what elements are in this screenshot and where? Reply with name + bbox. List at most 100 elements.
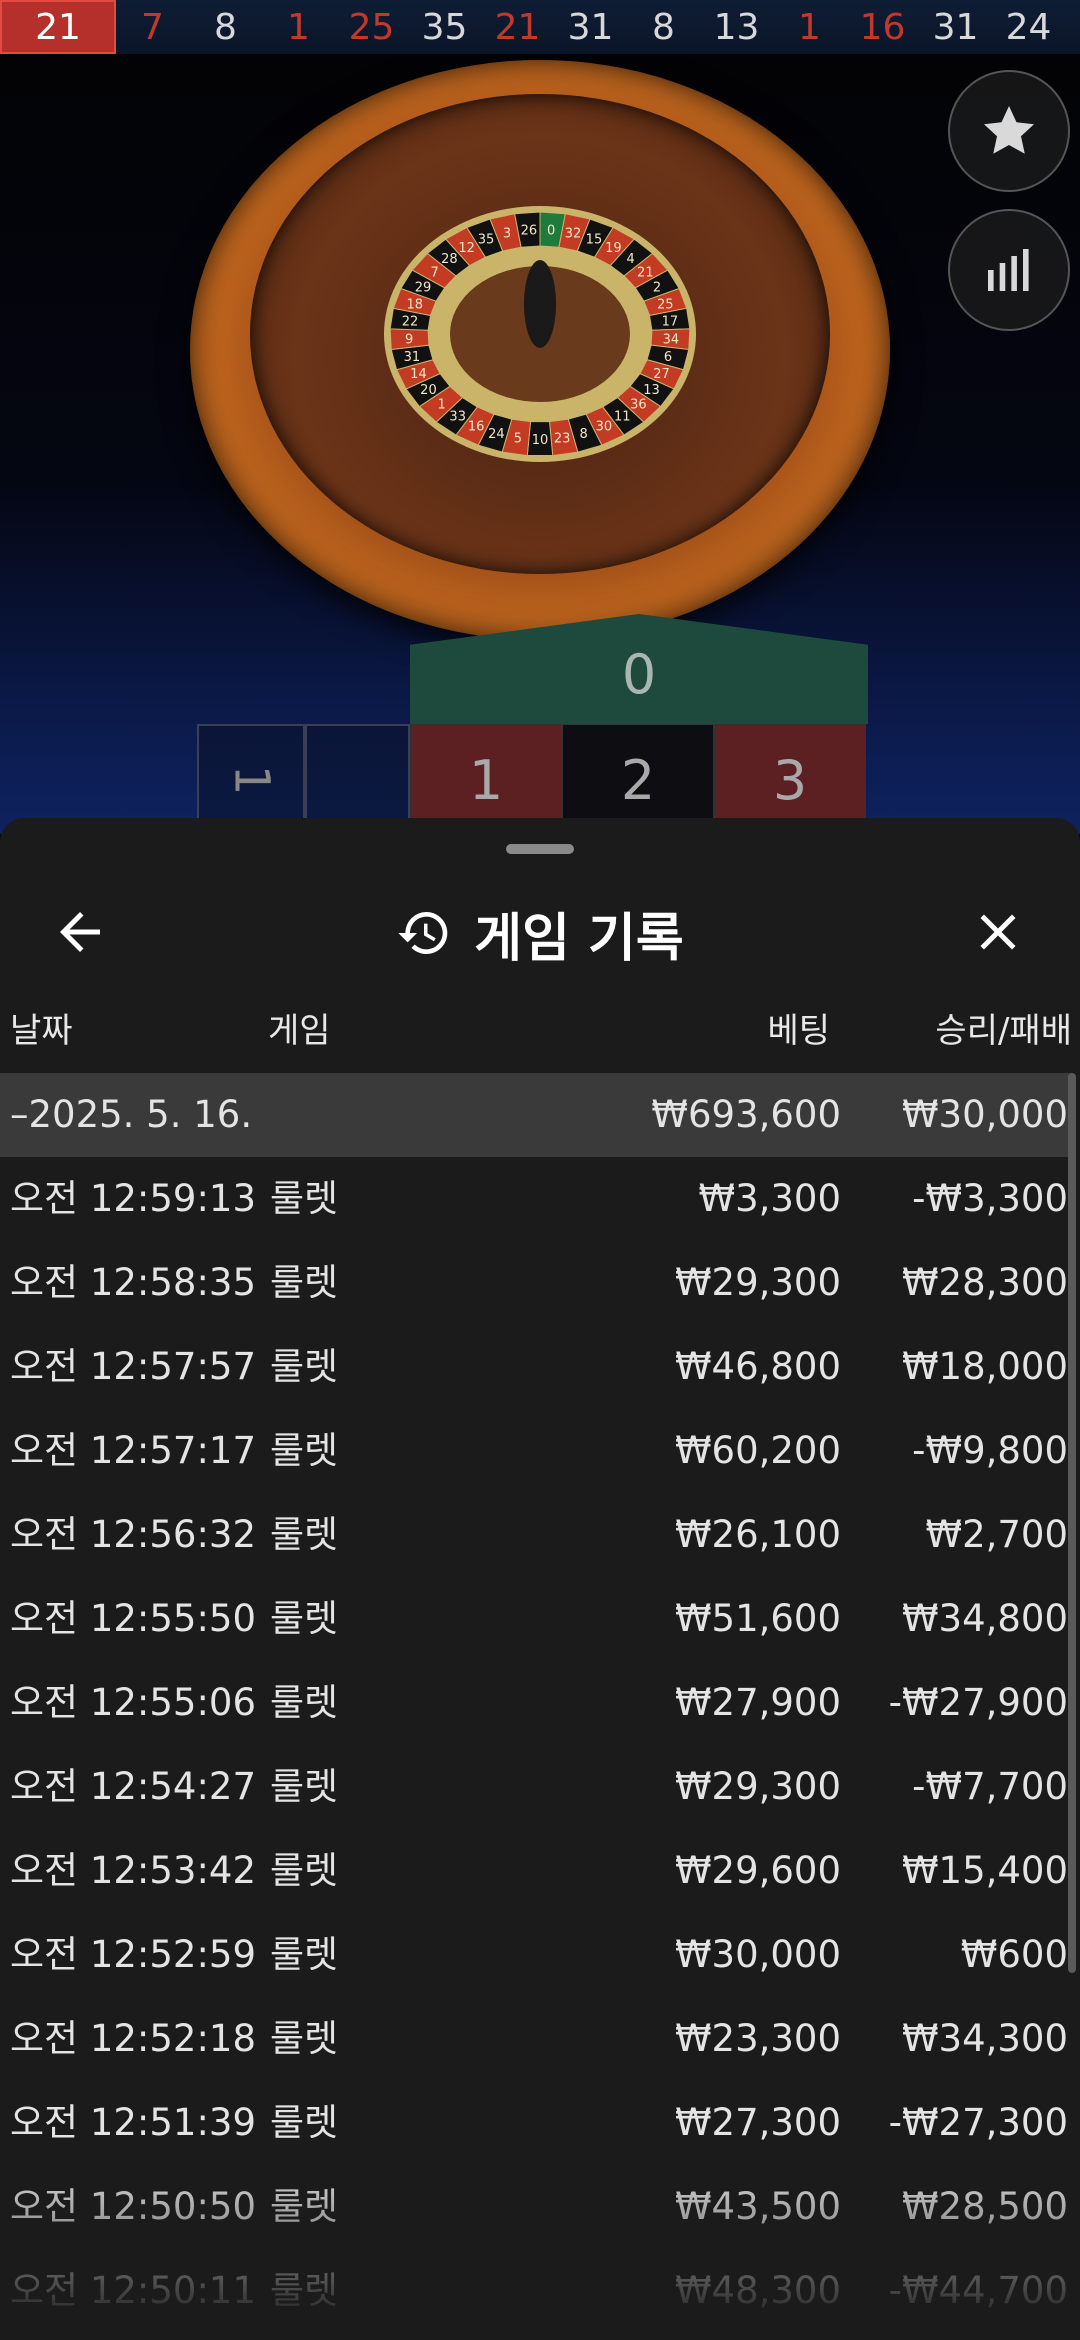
wheel-number: 19 [605, 241, 622, 256]
row-bet: ₩43,500 [674, 2185, 841, 2228]
wheel-number: 28 [441, 252, 458, 267]
result-number: 31 [932, 6, 979, 48]
history-row[interactable]: 오전 12:59:13 룰렛 ₩3,300 -₩3,300 [0, 1157, 1070, 1241]
wheel-number: 12 [458, 241, 475, 256]
favorite-button[interactable] [948, 70, 1070, 192]
game-history-sheet: 게임 기록 날짜 게임 베팅 승리/패배 –2025. 5. 16. ₩693,… [0, 818, 1080, 2340]
row-game: 룰렛 [270, 2185, 339, 2228]
history-row[interactable]: 오전 12:52:18 룰렛 ₩23,300 ₩34,300 [0, 1997, 1070, 2081]
column-header-result: 승리/패배 [935, 1011, 1072, 1051]
row-bet: ₩27,300 [674, 2101, 841, 2144]
row-bet: ₩48,300 [674, 2269, 841, 2312]
row-game: 룰렛 [270, 1765, 339, 1808]
row-game: 룰렛 [270, 1177, 339, 1220]
date-summary-row[interactable]: –2025. 5. 16. ₩693,600 ₩30,000 [0, 1073, 1070, 1157]
summary-date: –2025. 5. 16. [10, 1093, 253, 1136]
row-result: ₩34,800 [901, 1597, 1068, 1640]
row-game: 룰렛 [270, 1513, 339, 1556]
recent-results-strip: 21 7 8 1 25 35 21 31 8 13 1 16 31 24 [0, 0, 1080, 54]
wheel-number: 36 [630, 397, 647, 412]
statistics-button[interactable] [948, 209, 1070, 331]
row-time: 오전 12:58:35 [10, 1261, 257, 1304]
wheel-number: 10 [532, 433, 549, 448]
row-result: ₩28,300 [901, 1261, 1068, 1304]
row-time: 오전 12:57:57 [10, 1345, 257, 1388]
star-icon [984, 106, 1034, 154]
wheel-number: 21 [637, 266, 654, 281]
wheel-number: 6 [664, 350, 672, 365]
history-row[interactable]: 오전 12:54:27 룰렛 ₩29,300 -₩7,700 [0, 1745, 1070, 1829]
row-result: -₩3,300 [912, 1177, 1068, 1220]
back-arrow-icon[interactable] [50, 902, 110, 962]
row-game: 룰렛 [270, 1849, 339, 1892]
row-time: 오전 12:56:32 [10, 1513, 257, 1556]
row-result: -₩9,800 [912, 1429, 1068, 1472]
row-time: 오전 12:55:50 [10, 1597, 257, 1640]
row-game: 룰렛 [270, 1345, 339, 1388]
history-row[interactable]: 오전 12:55:50 룰렛 ₩51,600 ₩34,800 [0, 1577, 1070, 1661]
history-row[interactable]: 오전 12:55:06 룰렛 ₩27,900 -₩27,900 [0, 1661, 1070, 1745]
row-game: 룰렛 [270, 1429, 339, 1472]
wheel-number: 23 [554, 431, 571, 446]
result-number: 21 [0, 0, 116, 54]
row-result: ₩2,700 [925, 1513, 1068, 1556]
row-time: 오전 12:55:06 [10, 1681, 257, 1724]
wheel-number: 18 [406, 297, 423, 312]
history-row[interactable]: 오전 12:51:39 룰렛 ₩27,300 -₩27,300 [0, 2081, 1070, 2165]
history-list: 오전 12:59:13 룰렛 ₩3,300 -₩3,300 오전 12:58:35 룰렛 ₩… [0, 1157, 1070, 2333]
row-game: 룰렛 [270, 2017, 339, 2060]
row-result: ₩15,400 [901, 1849, 1068, 1892]
wheel-number: 31 [404, 350, 421, 365]
close-icon[interactable] [968, 902, 1028, 962]
row-result: ₩28,500 [901, 2185, 1068, 2228]
game-view: 0 32 15 19 4 21 2 25 17 34 6 27 13 36 11 30 8 23 10 5 24 16 33… [0, 54, 1080, 834]
result-number: 1 [798, 6, 821, 48]
wheel-number: 13 [643, 383, 660, 398]
sheet-drag-handle[interactable] [506, 844, 574, 854]
row-bet: ₩29,300 [674, 1765, 841, 1808]
history-row[interactable]: 오전 12:58:35 룰렛 ₩29,300 ₩28,300 [0, 1241, 1070, 1325]
wheel-number: 22 [402, 315, 419, 330]
result-number: 24 [1005, 6, 1052, 48]
summary-bet: ₩693,600 [651, 1093, 841, 1136]
result-number: 8 [652, 6, 675, 48]
history-icon [398, 912, 448, 954]
wheel-spindle [524, 260, 556, 348]
row-bet: ₩30,000 [674, 1933, 841, 1976]
row-game: 룰렛 [270, 1261, 339, 1304]
row-result: ₩18,000 [901, 1345, 1068, 1388]
wheel-number: 35 [478, 232, 495, 247]
row-time: 오전 12:57:17 [10, 1429, 257, 1472]
wheel-number: 20 [420, 383, 437, 398]
row-game: 룰렛 [270, 2101, 339, 2144]
sheet-title: 게임 기록 [474, 908, 684, 969]
row-time: 오전 12:52:59 [10, 1933, 257, 1976]
column-header-game: 게임 [268, 1011, 331, 1051]
wheel-number: 25 [657, 297, 674, 312]
row-bet: ₩26,100 [674, 1513, 841, 1556]
history-row[interactable]: 오전 12:57:17 룰렛 ₩60,200 -₩9,800 [0, 1409, 1070, 1493]
history-row[interactable]: 오전 12:50:11 룰렛 ₩48,300 -₩44,700 [0, 2249, 1070, 2333]
wheel-number: 5 [514, 431, 522, 446]
result-number: 1 [287, 6, 310, 48]
sheet-header: 게임 기록 [0, 878, 1080, 988]
row-result: ₩600 [960, 1933, 1068, 1976]
wheel-number: 4 [627, 252, 635, 267]
history-row[interactable]: 오전 12:53:42 룰렛 ₩29,600 ₩15,400 [0, 1829, 1070, 1913]
history-row[interactable]: 오전 12:56:32 룰렛 ₩26,100 ₩2,700 [0, 1493, 1070, 1577]
history-row[interactable]: 오전 12:57:57 룰렛 ₩46,800 ₩18,000 [0, 1325, 1070, 1409]
wheel-number: 29 [415, 281, 432, 296]
wheel-number: 0 [547, 223, 555, 238]
history-row[interactable]: 오전 12:52:59 룰렛 ₩30,000 ₩600 [0, 1913, 1070, 1997]
column-header-date: 날짜 [10, 1011, 73, 1051]
scrollbar[interactable] [1068, 1073, 1076, 1973]
row-result: -₩44,700 [888, 2269, 1068, 2312]
bet-side-left-label: 1 [222, 764, 279, 796]
wheel-number: 15 [586, 232, 603, 247]
wheel-number: 32 [565, 226, 582, 241]
wheel-number: 17 [662, 315, 679, 330]
result-number: 31 [567, 6, 614, 48]
summary-result: ₩30,000 [901, 1093, 1068, 1136]
history-row[interactable]: 오전 12:50:50 룰렛 ₩43,500 ₩28,500 [0, 2165, 1070, 2249]
column-header-bet: 베팅 [767, 1011, 830, 1051]
